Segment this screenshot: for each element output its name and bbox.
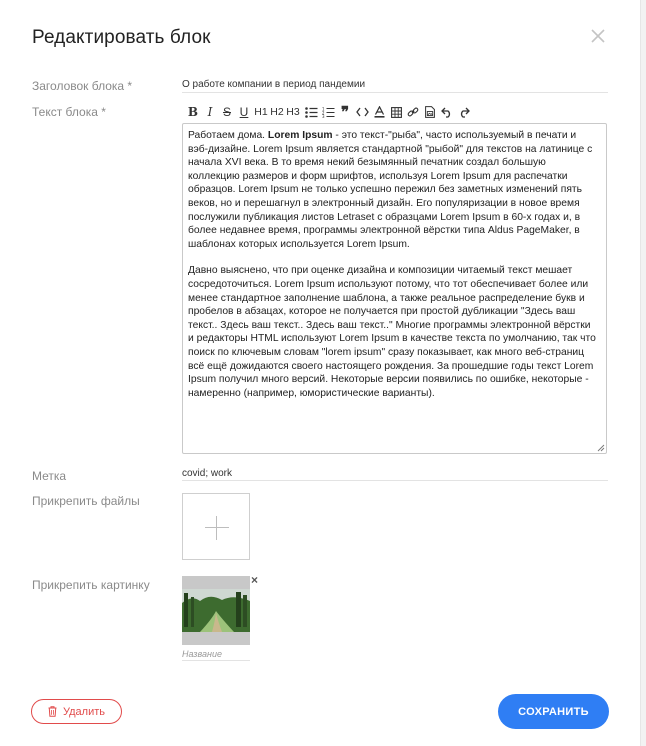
p1-bold-text: Lorem Ipsum [267,130,333,141]
edit-block-modal: Редактировать блок Заголовок блока * О р… [0,0,640,746]
redo-icon[interactable] [457,104,471,120]
p1-rest-text: - это текст-"рыба", часто используемый в… [188,130,593,250]
trash-icon [48,706,57,717]
attach-files-label: Прикрепить файлы [32,494,140,508]
p1-lead-text: Работаем дома. [188,130,268,141]
italic-icon[interactable]: I [203,104,217,120]
resize-handle-icon[interactable] [597,444,605,452]
block-text-label: Текст блока * [32,105,106,119]
underline-icon[interactable]: U [237,104,251,120]
save-button-label: СОХРАНИТЬ [518,705,589,718]
table-icon[interactable] [389,104,403,120]
delete-button[interactable]: Удалить [31,699,122,724]
close-icon[interactable] [590,28,610,48]
undo-icon[interactable] [440,104,454,120]
heading3-button[interactable]: H3 [286,104,300,120]
svg-text:3: 3 [322,114,325,118]
image-icon[interactable] [423,104,437,120]
save-button[interactable]: СОХРАНИТЬ [498,694,609,729]
link-icon[interactable] [406,104,420,120]
bullet-list-icon[interactable] [304,104,318,120]
attach-image-label: Прикрепить картинку [32,578,150,592]
tag-value: covid; work [182,468,233,479]
plus-icon-vertical [216,516,217,540]
heading2-button[interactable]: H2 [270,104,284,120]
block-title-input[interactable]: О работе компании в период пандемии [182,78,608,93]
strikethrough-icon[interactable]: S [220,104,234,120]
block-title-label: Заголовок блока * [32,79,133,93]
editor-toolbar: B I S U H1 H2 H3 123 ❞ [186,103,474,121]
remove-image-icon[interactable]: × [251,574,258,586]
heading1-button[interactable]: H1 [254,104,268,120]
code-icon[interactable] [355,104,369,120]
blockquote-icon[interactable]: ❞ [338,103,352,121]
plus-icon [205,527,229,528]
delete-button-label: Удалить [63,705,105,718]
image-name-input[interactable]: Название [182,648,250,661]
page-scroll-edge [640,0,646,746]
text-color-icon[interactable] [372,104,386,120]
editor-paragraph-2: Давно выяснено, что при оценке дизайна и… [188,265,596,399]
attached-image-thumbnail [182,576,250,645]
tag-label: Метка [32,469,67,483]
block-title-value: О работе компании в период пандемии [182,79,366,90]
attach-file-button[interactable] [182,493,250,560]
block-text-editor[interactable]: Работаем дома. Lorem Ipsum - это текст-"… [182,123,607,454]
editor-paragraph-1: Работаем дома. Lorem Ipsum - это текст-"… [188,129,598,251]
numbered-list-icon[interactable]: 123 [321,104,335,120]
modal-title: Редактировать блок [32,27,211,48]
tag-input[interactable]: covid; work [182,467,608,481]
bold-icon[interactable]: B [186,104,200,120]
